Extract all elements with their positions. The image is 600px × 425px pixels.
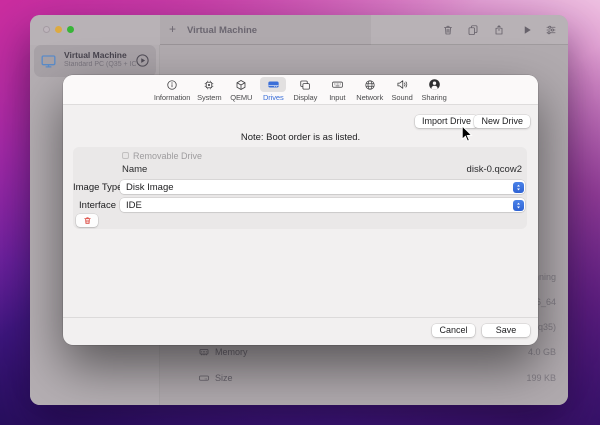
settings-tab-bar: Information System QEMU Drives bbox=[63, 75, 538, 105]
row-label-memory: Memory bbox=[215, 347, 248, 357]
tab-qemu[interactable]: QEMU bbox=[228, 77, 254, 102]
add-vm-button[interactable]: + bbox=[169, 22, 176, 36]
tab-system[interactable]: System bbox=[196, 77, 222, 102]
partial-value-machine: (q35) bbox=[535, 322, 556, 332]
row-value-size: 199 KB bbox=[526, 373, 556, 383]
interface-label: Interface bbox=[73, 200, 116, 211]
keyboard-icon bbox=[324, 77, 350, 92]
image-type-label: Image Type bbox=[73, 182, 116, 193]
trash-icon bbox=[83, 216, 92, 225]
internal-drive-icon bbox=[198, 372, 210, 384]
share-icon[interactable] bbox=[493, 24, 505, 36]
mouse-cursor bbox=[461, 125, 473, 142]
vm-subtitle: Standard PC (Q35 + ICH… bbox=[64, 61, 136, 68]
image-type-select[interactable]: Disk Image bbox=[120, 180, 525, 194]
display-icon bbox=[292, 77, 318, 92]
drive-icon bbox=[260, 77, 286, 92]
toolbar-title-area: + Virtual Machine bbox=[160, 15, 371, 45]
info-icon bbox=[159, 77, 185, 92]
cancel-button[interactable]: Cancel bbox=[432, 324, 475, 337]
cube-icon bbox=[228, 77, 254, 92]
tab-sharing[interactable]: Sharing bbox=[421, 77, 447, 102]
tab-display[interactable]: Display bbox=[292, 77, 318, 102]
drive-filename: disk-0.qcow2 bbox=[467, 164, 522, 175]
row-value-memory: 4.0 GB bbox=[528, 347, 556, 357]
tab-network[interactable]: Network bbox=[356, 77, 383, 102]
cpu-icon bbox=[196, 77, 222, 92]
removable-drive-checkbox[interactable] bbox=[122, 152, 129, 159]
memory-icon bbox=[198, 346, 210, 358]
minimize-button[interactable] bbox=[55, 26, 62, 33]
interface-select[interactable]: IDE bbox=[120, 198, 525, 212]
stepper-icon bbox=[513, 200, 524, 211]
name-label: Name bbox=[122, 164, 147, 175]
tab-information[interactable]: Information bbox=[154, 77, 190, 102]
play-icon[interactable] bbox=[521, 24, 533, 36]
run-vm-button[interactable] bbox=[135, 53, 150, 68]
footer-divider bbox=[63, 317, 538, 318]
tab-sound[interactable]: Sound bbox=[389, 77, 415, 102]
monitor-icon bbox=[40, 53, 57, 69]
duplicate-icon[interactable] bbox=[467, 24, 479, 36]
tab-drives[interactable]: Drives bbox=[260, 77, 286, 102]
window-title: Virtual Machine bbox=[187, 25, 257, 36]
partial-value-architecture: 6_64 bbox=[536, 297, 556, 307]
delete-drive-button[interactable] bbox=[76, 214, 98, 227]
vm-settings-dialog: Information System QEMU Drives bbox=[63, 75, 538, 345]
close-button[interactable] bbox=[43, 26, 50, 33]
tab-input[interactable]: Input bbox=[324, 77, 350, 102]
new-drive-button[interactable]: New Drive bbox=[474, 115, 530, 128]
save-button[interactable]: Save bbox=[482, 324, 530, 337]
drive-form: Removable Drive Name disk-0.qcow2 Image … bbox=[73, 147, 527, 229]
image-type-value: Disk Image bbox=[126, 182, 174, 193]
globe-icon bbox=[357, 77, 383, 92]
sidebar-item-virtual-machine[interactable]: Virtual Machine Standard PC (Q35 + ICH… bbox=[34, 45, 156, 77]
filters-icon[interactable] bbox=[545, 24, 557, 36]
zoom-button[interactable] bbox=[67, 26, 74, 33]
trash-icon[interactable] bbox=[442, 24, 454, 36]
stepper-icon bbox=[513, 182, 524, 193]
titlebar: + Virtual Machine bbox=[30, 15, 568, 45]
vm-name: Virtual Machine bbox=[64, 50, 127, 60]
screen: + Virtual Machine bbox=[0, 0, 600, 425]
removable-drive-label: Removable Drive bbox=[133, 151, 202, 161]
interface-value: IDE bbox=[126, 200, 142, 211]
person-circle-icon bbox=[421, 77, 447, 92]
speaker-icon bbox=[389, 77, 415, 92]
row-label-size: Size bbox=[215, 373, 233, 383]
